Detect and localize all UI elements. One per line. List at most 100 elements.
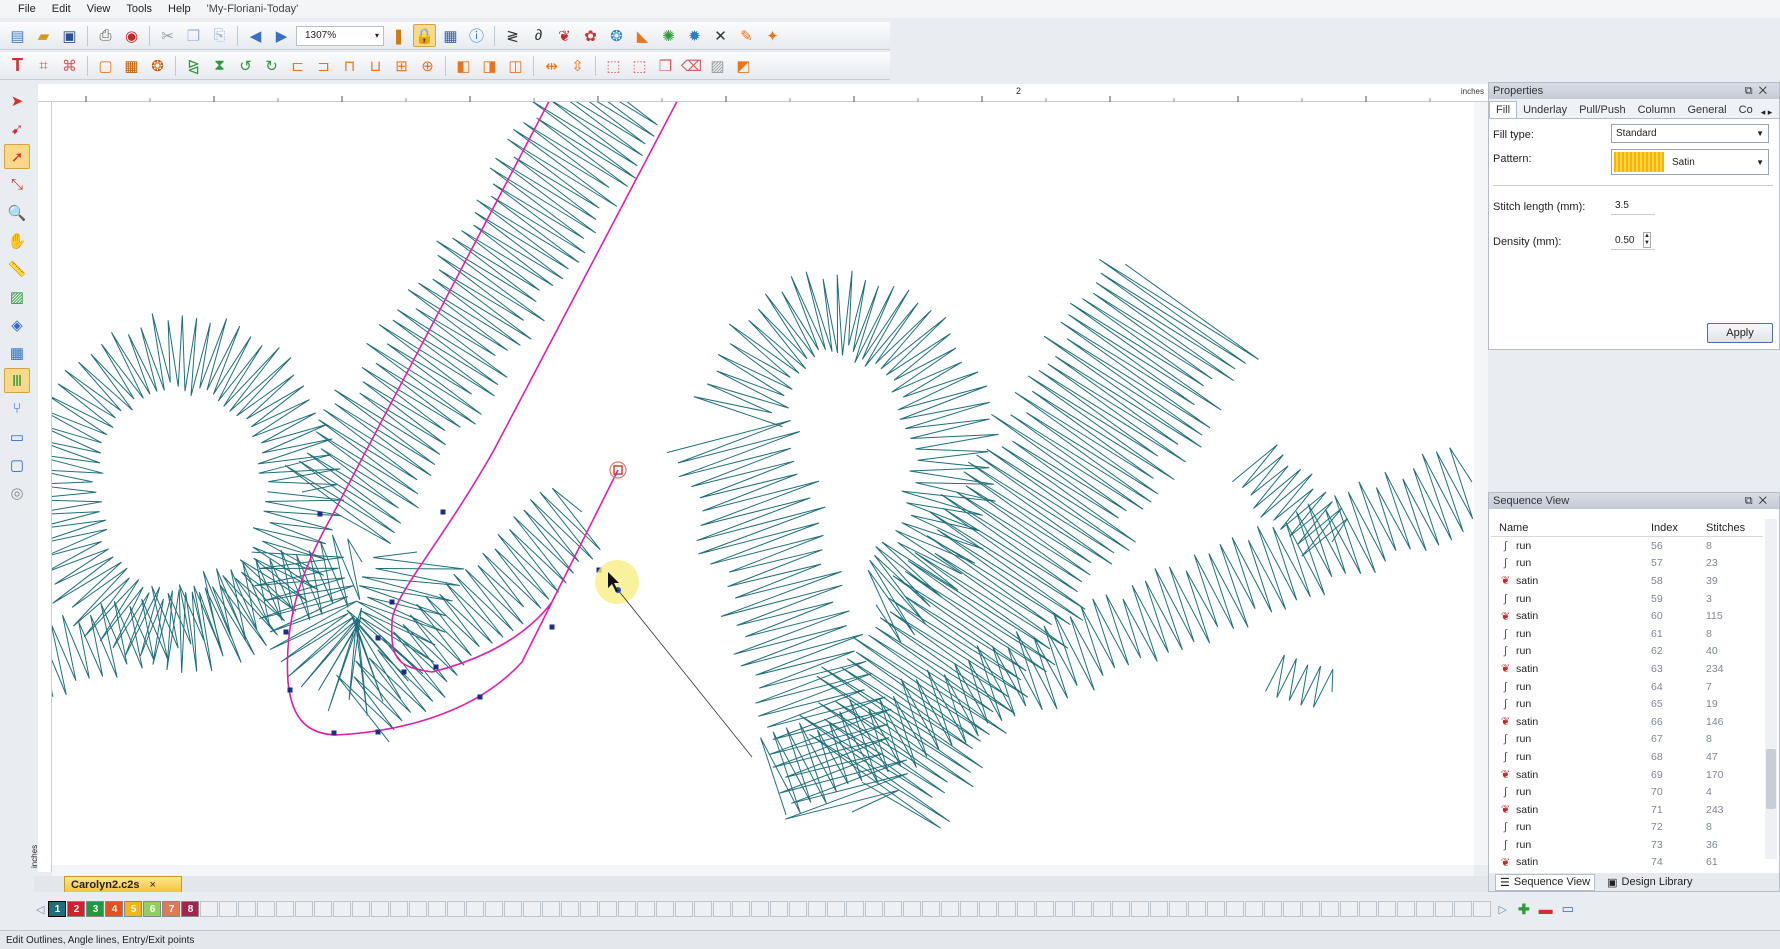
align-bottom-icon[interactable]: ⊔ [364,54,387,77]
space-horizontal-icon[interactable]: ⇹ [540,54,563,77]
zoom-select[interactable]: 1307% ▾ [296,25,384,46]
control-point[interactable] [287,687,293,693]
cut-icon[interactable]: ✂ [156,24,179,47]
color-sort-icon[interactable]: ◩ [732,54,755,77]
save-icon[interactable]: ▣ [58,24,81,47]
control-point[interactable] [375,635,381,641]
branch-icon[interactable]: ⑂ [4,396,30,421]
empty-color-slot[interactable] [390,901,409,917]
empty-color-slot[interactable] [295,901,314,917]
grid-fill-icon[interactable]: ▦ [120,54,143,77]
empty-color-slot[interactable] [713,901,732,917]
tab-scroll-arrows-icon[interactable]: ◂ ▸ [1761,107,1773,118]
table-row[interactable]: ∫ run 57 23 [1491,555,1763,573]
empty-color-slot[interactable] [1416,901,1435,917]
scroll-right-icon[interactable]: ▷ [1498,903,1506,916]
table-row[interactable]: ❦ satin 69 170 [1491,766,1763,784]
empty-color-slot[interactable] [1131,901,1150,917]
empty-color-slot[interactable] [1207,901,1226,917]
menu-view[interactable]: View [79,3,119,15]
curve-icon[interactable]: ∂ [527,24,550,47]
menu-tools[interactable]: Tools [118,3,160,15]
monogram-icon[interactable]: ⌗ [32,54,55,77]
empty-color-slot[interactable] [998,901,1017,917]
empty-color-slot[interactable] [1169,901,1188,917]
space-vertical-icon[interactable]: ⇳ [566,54,589,77]
magic-wand-icon[interactable]: ✦ [761,24,784,47]
undo-icon[interactable]: ◀ [244,24,267,47]
empty-color-slot[interactable] [1188,901,1207,917]
table-row[interactable]: ❦ satin 58 39 [1491,572,1763,590]
group-icon[interactable]: ◧ [452,54,475,77]
tab-underlay[interactable]: Underlay [1517,102,1573,118]
density-spinner[interactable]: 0.50 ▲ ▼ [1611,231,1655,250]
redo-icon[interactable]: ▶ [270,24,293,47]
table-row[interactable]: ❦ satin 63 234 [1491,660,1763,678]
empty-color-slot[interactable] [314,901,333,917]
color-chip-4[interactable]: 4 [105,901,124,917]
empty-color-slot[interactable] [580,901,599,917]
empty-color-slot[interactable] [1302,901,1321,917]
column-name[interactable]: Name [1491,522,1651,534]
satin-outline[interactable] [286,102,683,736]
color-chip-8[interactable]: 8 [181,901,200,917]
fan-icon[interactable]: ✹ [683,24,706,47]
color-chip-5[interactable]: 5 [124,901,143,917]
table-row[interactable]: ❦ satin 71 243 [1491,801,1763,819]
empty-color-slot[interactable] [1112,901,1131,917]
control-point[interactable] [433,664,439,670]
camera-icon[interactable]: ◎ [4,480,30,505]
grass-icon[interactable]: ✺ [657,24,680,47]
chat-icon[interactable]: ▭ [4,424,30,449]
paint-icon[interactable]: ✎ [735,24,758,47]
empty-color-slot[interactable] [1150,901,1169,917]
empty-color-slot[interactable] [751,901,770,917]
empty-color-slot[interactable] [219,901,238,917]
empty-color-slot[interactable] [770,901,789,917]
empty-color-slot[interactable] [865,901,884,917]
letter-tool-icon[interactable]: ⌘ [58,54,81,77]
color-chip-1[interactable]: 1 [48,901,67,917]
tab-sequence-view[interactable]: ☰ Sequence View [1495,873,1596,891]
select-all-icon[interactable]: ⬚ [628,54,651,77]
zigzag-icon[interactable]: ≷ [501,24,524,47]
color-chip-2[interactable]: 2 [67,901,86,917]
lasso-select-icon[interactable]: ➹ [4,116,30,141]
empty-color-slot[interactable] [656,901,675,917]
control-point[interactable] [549,624,555,630]
hoop-icon[interactable]: ▢ [4,452,30,477]
empty-color-slot[interactable] [504,901,523,917]
zoom-icon[interactable]: 🔍 [4,200,30,225]
tab-pull-push[interactable]: Pull/Push [1573,102,1631,118]
empty-color-slot[interactable] [1055,901,1074,917]
sequence-scroll-thumb[interactable] [1766,749,1776,809]
empty-color-slot[interactable] [618,901,637,917]
empty-color-slot[interactable] [1454,901,1473,917]
text-tool-icon[interactable]: T [6,54,29,77]
empty-color-slot[interactable] [1435,901,1454,917]
fill-type-select[interactable]: Standard ▼ [1611,124,1769,143]
panel-controls[interactable]: ⧉✕ [1745,495,1779,508]
empty-color-slot[interactable] [808,901,827,917]
pattern-select[interactable]: Satin ▼ [1611,149,1769,175]
duplicate-icon[interactable]: ❒ [654,54,677,77]
empty-color-slot[interactable] [903,901,922,917]
table-row[interactable]: ∫ run 64 7 [1491,678,1763,696]
empty-color-slot[interactable] [276,901,295,917]
circle-fill-icon[interactable]: ❂ [605,24,628,47]
empty-color-slot[interactable] [371,901,390,917]
document-tab[interactable]: Carolyn2.c2s × [64,876,182,892]
control-point[interactable] [331,730,337,736]
table-row[interactable]: ∫ run 68 47 [1491,748,1763,766]
empty-color-slot[interactable] [428,901,447,917]
table-row[interactable]: ∫ run 70 4 [1491,783,1763,801]
column-index[interactable]: Index [1651,522,1706,534]
open-folder-icon[interactable]: ▰ [32,24,55,47]
delete-object-icon[interactable]: ⌫ [680,54,703,77]
empty-color-slot[interactable] [979,901,998,917]
wreath-icon[interactable]: ❂ [146,54,169,77]
control-point[interactable] [401,669,407,675]
empty-color-slot[interactable] [694,901,713,917]
info-icon[interactable]: ⓘ [465,24,488,47]
3d-view-icon[interactable]: ◈ [4,312,30,337]
